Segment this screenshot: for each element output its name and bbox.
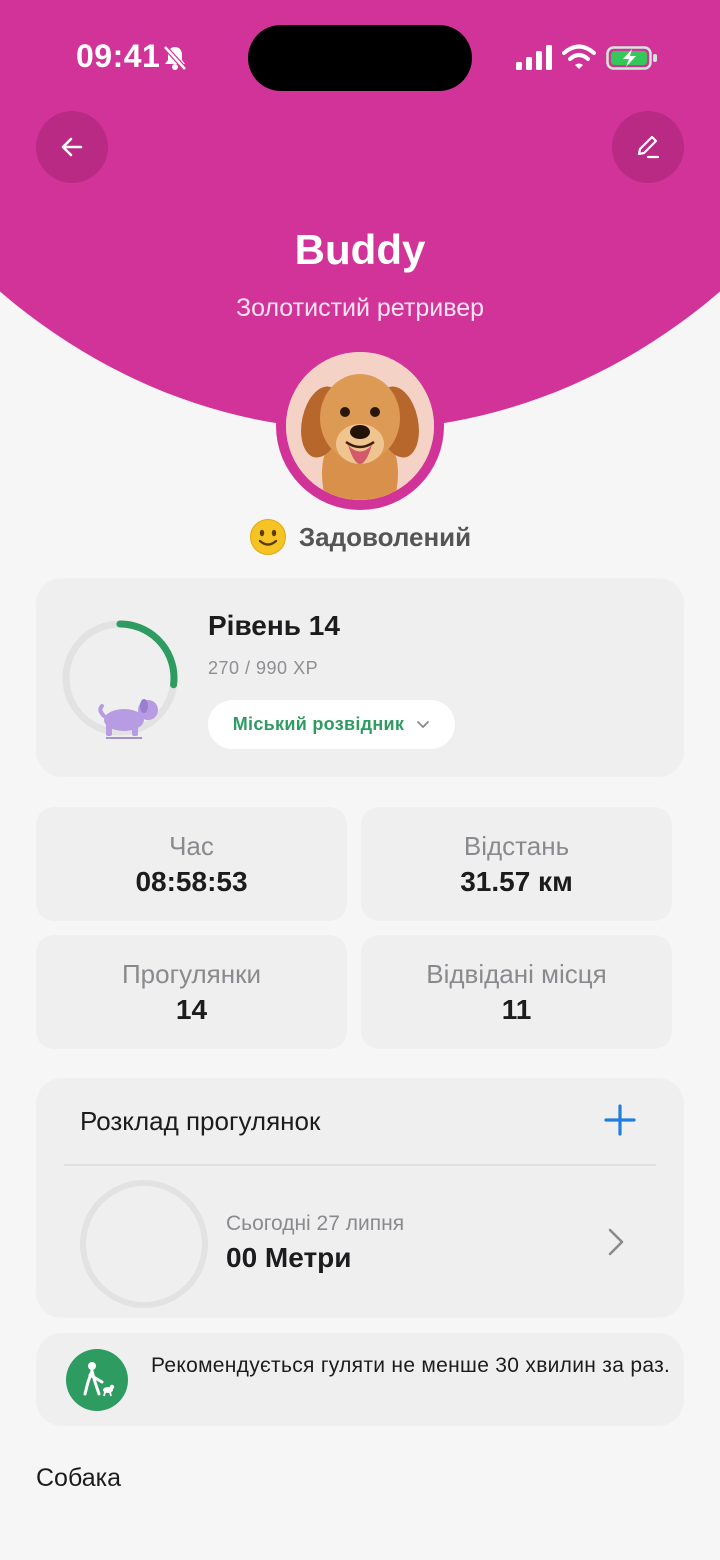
stat-time-label: Час	[169, 831, 214, 861]
wifi-icon	[562, 44, 596, 69]
status-time: 09:41	[76, 38, 161, 74]
walk-tip-card: Рекомендується гуляти не менше 30 хвилин…	[36, 1333, 684, 1426]
pet-avatar	[286, 352, 434, 500]
stat-places: Відвідані місця 11	[361, 935, 672, 1049]
pencil-icon	[637, 135, 660, 159]
level-title: Рівень 14	[208, 610, 340, 641]
rank-label: Міський розвідник	[232, 714, 405, 734]
smiley-face-icon	[249, 519, 286, 555]
level-progress-ring	[62, 620, 178, 739]
stat-places-value: 11	[501, 994, 532, 1025]
dynamic-island	[248, 25, 472, 91]
person-walking-dog-icon	[66, 1349, 128, 1411]
stat-time-value: 08:58:53	[135, 866, 248, 897]
stat-distance: Відстань 31.57 км	[361, 807, 672, 921]
mood-indicator: Задоволений	[0, 518, 720, 556]
level-card[interactable]: Рівень 14 270 / 990 XP Міський розвідник	[36, 578, 684, 777]
stat-time: Час 08:58:53	[36, 807, 347, 921]
pet-breed: Золотистий ретривер	[235, 294, 485, 322]
stat-walks-label: Прогулянки	[121, 959, 262, 989]
chevron-right-icon[interactable]	[606, 1226, 626, 1258]
chevron-down-icon	[417, 720, 430, 728]
stat-distance-label: Відстань	[463, 831, 570, 861]
pet-name: Buddy	[294, 226, 426, 273]
divider	[64, 1164, 656, 1166]
stat-walks: Прогулянки 14	[36, 935, 347, 1049]
xp-counter: 270 / 990 XP	[208, 658, 319, 678]
stat-places-label: Відвідані місця	[426, 959, 607, 989]
schedule-title: Розклад прогулянок	[80, 1106, 321, 1136]
avatar-frame[interactable]	[276, 342, 444, 510]
schedule-date: Сьогодні 27 липня	[226, 1212, 405, 1235]
stat-distance-value: 31.57 км	[460, 866, 573, 897]
battery-charging-icon	[606, 46, 657, 70]
daily-progress-ring	[80, 1180, 208, 1308]
tip-text: Рекомендується гуляти не менше 30 хвилин…	[151, 1354, 671, 1377]
schedule-meters: 00 Метри	[226, 1242, 352, 1273]
arrow-left-icon	[61, 137, 83, 157]
cellular-signal-icon	[516, 45, 552, 70]
section-label-dog: Собака	[36, 1464, 121, 1492]
stat-walks-value: 14	[175, 994, 208, 1025]
rank-selector[interactable]: Міський розвідник	[208, 700, 455, 749]
walk-schedule-card: Розклад прогулянок Сьогодні 27 липня 00 …	[36, 1078, 684, 1318]
golden-retriever-photo	[286, 352, 434, 500]
mood-label: Задоволений	[298, 521, 472, 552]
bell-muted-icon	[163, 45, 187, 71]
back-button[interactable]	[36, 111, 108, 183]
plus-icon[interactable]	[602, 1102, 638, 1138]
edit-button[interactable]	[612, 111, 684, 183]
